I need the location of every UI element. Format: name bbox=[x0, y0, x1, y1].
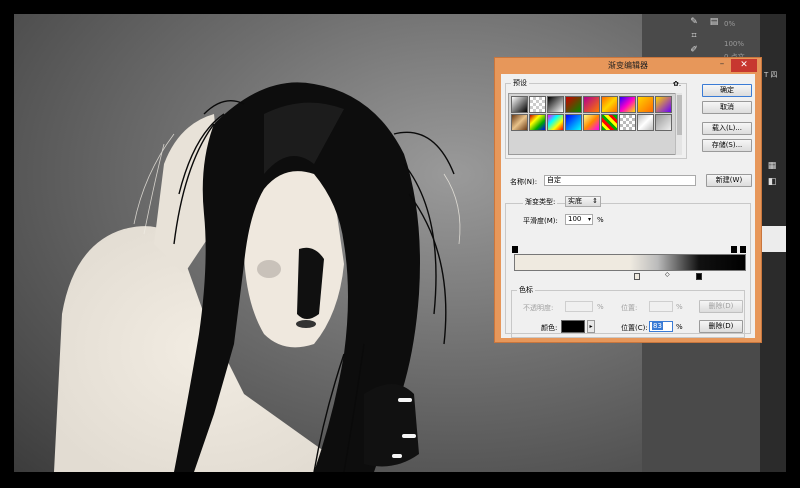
preset-swatch[interactable] bbox=[583, 96, 600, 113]
eyedropper-icon[interactable]: ✎ bbox=[688, 16, 700, 28]
midpoint-diamond-icon[interactable]: ◇ bbox=[665, 271, 670, 278]
zoom-readout-2: 100% bbox=[724, 40, 745, 48]
preset-swatch[interactable] bbox=[637, 114, 654, 131]
zoom-readout-1: 0% bbox=[724, 20, 736, 28]
preset-swatch[interactable] bbox=[637, 96, 654, 113]
opacity-location-field bbox=[649, 301, 673, 312]
color-location-value: 83 bbox=[652, 322, 663, 330]
color-label: 颜色: bbox=[541, 324, 558, 332]
gradient-type-select[interactable]: 实底 ⇕ bbox=[565, 196, 601, 207]
presets-swatch-grid bbox=[508, 93, 682, 155]
opacity-stop-right[interactable] bbox=[740, 246, 746, 253]
preset-swatch[interactable] bbox=[601, 96, 618, 113]
gradient-preview-bar[interactable] bbox=[514, 254, 746, 271]
color-stop-black-selected[interactable] bbox=[696, 273, 702, 280]
dialog-client-area: 预设 ✿. 确定 取消 载入(L)... 存储(S)... 名称(N): 自定 … bbox=[501, 74, 755, 338]
stops-label: 色标 bbox=[517, 285, 535, 295]
smoothness-label: 平滑度(M): bbox=[523, 217, 558, 225]
ok-button[interactable]: 确定 bbox=[702, 84, 752, 97]
opacity-field bbox=[565, 301, 593, 312]
minimize-icon[interactable]: – bbox=[715, 59, 729, 72]
layer-icon[interactable]: ▦ bbox=[766, 160, 778, 172]
close-button[interactable]: ✕ bbox=[731, 59, 757, 72]
gradient-type-value: 实底 bbox=[568, 197, 582, 205]
preset-swatch[interactable] bbox=[655, 96, 672, 113]
preset-swatch[interactable] bbox=[619, 96, 636, 113]
presets-label: 预设 bbox=[511, 78, 529, 88]
smoothness-value: 100 bbox=[568, 215, 582, 223]
new-button[interactable]: 新建(W) bbox=[706, 174, 752, 187]
color-location-percent: % bbox=[676, 323, 683, 331]
save-button[interactable]: 存储(S)... bbox=[702, 139, 752, 152]
adjust-icon[interactable]: ◧ bbox=[766, 176, 778, 188]
chevron-down-icon: ⇕ bbox=[592, 197, 598, 205]
dialog-title-bar[interactable]: 渐变编辑器 – ✕ bbox=[495, 58, 761, 74]
preset-swatch[interactable] bbox=[547, 114, 564, 131]
gradient-editor-dialog: 渐变编辑器 – ✕ 预设 ✿. 确定 取消 载入(L)... 存储(S)... … bbox=[494, 57, 762, 343]
preset-swatch[interactable] bbox=[565, 114, 582, 131]
panel-text-2: T 四 bbox=[764, 71, 778, 79]
opacity-location-percent: % bbox=[676, 303, 683, 311]
name-field[interactable]: 自定 bbox=[544, 175, 696, 186]
preset-swatch[interactable] bbox=[529, 96, 546, 113]
preset-swatch[interactable] bbox=[655, 114, 672, 131]
photo-hand bbox=[364, 384, 419, 467]
gradient-type-label: 渐变类型: bbox=[523, 197, 558, 207]
smoothness-percent: % bbox=[597, 216, 604, 224]
opacity-label: 不透明度: bbox=[523, 304, 554, 312]
color-swatch[interactable] bbox=[561, 320, 585, 333]
preset-swatch[interactable] bbox=[511, 114, 528, 131]
delete-opacity-button: 删除(D) bbox=[699, 300, 743, 313]
load-button[interactable]: 载入(L)... bbox=[702, 122, 752, 135]
brush-icon[interactable]: ✐ bbox=[688, 44, 700, 56]
dropdown-arrow-icon: ▾ bbox=[587, 216, 591, 223]
presets-scrollbar[interactable] bbox=[675, 93, 682, 155]
preset-swatch[interactable] bbox=[547, 96, 564, 113]
color-location-label: 位置(C): bbox=[621, 324, 648, 332]
preset-swatch[interactable] bbox=[619, 114, 636, 131]
cancel-button[interactable]: 取消 bbox=[702, 101, 752, 114]
opacity-icon[interactable]: ▤ bbox=[708, 16, 720, 28]
color-stop-white[interactable] bbox=[634, 273, 640, 280]
color-menu-arrow-icon[interactable]: ▸ bbox=[587, 320, 595, 333]
panel-light-strip bbox=[760, 226, 786, 252]
opacity-location-label: 位置: bbox=[621, 304, 638, 312]
delete-color-button[interactable]: 删除(D) bbox=[699, 320, 743, 333]
preset-swatch[interactable] bbox=[529, 114, 546, 131]
color-location-field[interactable]: 83 bbox=[649, 321, 673, 332]
preset-swatch[interactable] bbox=[583, 114, 600, 131]
opacity-stop-left[interactable] bbox=[512, 246, 518, 253]
preset-swatch[interactable] bbox=[601, 114, 618, 131]
crop-icon[interactable]: ⌗ bbox=[688, 30, 700, 42]
desktop-screen: ✎ ⌗ ✐ ▤ 0% 100% 0 点文 T 四 ▦ ◧ 渐变编辑器 – ✕ 预… bbox=[0, 0, 800, 488]
name-label: 名称(N): bbox=[510, 178, 538, 186]
preset-swatch[interactable] bbox=[565, 96, 582, 113]
opacity-percent: % bbox=[597, 303, 604, 311]
gear-icon[interactable]: ✿. bbox=[673, 80, 681, 88]
smoothness-field[interactable]: 100 ▾ bbox=[565, 214, 593, 225]
opacity-stop-mid[interactable] bbox=[731, 246, 737, 253]
preset-swatch[interactable] bbox=[511, 96, 528, 113]
